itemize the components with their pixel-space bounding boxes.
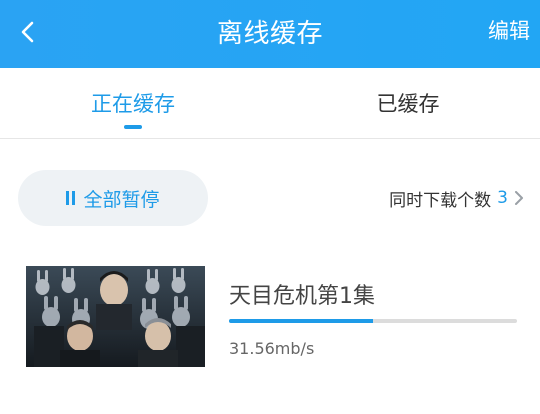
concurrent-downloads-setting[interactable]: 同时下载个数 3 xyxy=(389,184,524,212)
pause-icon xyxy=(66,191,76,205)
active-tab-indicator xyxy=(124,125,142,129)
pause-all-button[interactable]: 全部暂停 xyxy=(18,170,208,226)
concurrent-downloads-value: 3 xyxy=(497,188,508,208)
pause-all-label: 全部暂停 xyxy=(83,188,160,211)
download-speed: 31.56mb/s xyxy=(229,339,315,358)
video-thumbnail xyxy=(26,266,205,367)
tab-downloaded[interactable]: 已缓存 xyxy=(308,68,508,138)
top-bar: 离线缓存 编辑 xyxy=(0,0,540,68)
download-progress-fill xyxy=(229,319,373,323)
edit-button[interactable]: 编辑 xyxy=(488,14,530,48)
download-progress-bar xyxy=(229,319,517,323)
download-item[interactable]: 天目危机第1集 31.56mb/s xyxy=(26,266,526,368)
page-title: 离线缓存 xyxy=(216,18,323,49)
tab-bar: 正在缓存 已缓存 xyxy=(0,68,540,139)
chevron-right-icon xyxy=(514,191,524,205)
concurrent-downloads-label: 同时下载个数 xyxy=(389,190,492,211)
download-title: 天目危机第1集 xyxy=(229,284,375,309)
